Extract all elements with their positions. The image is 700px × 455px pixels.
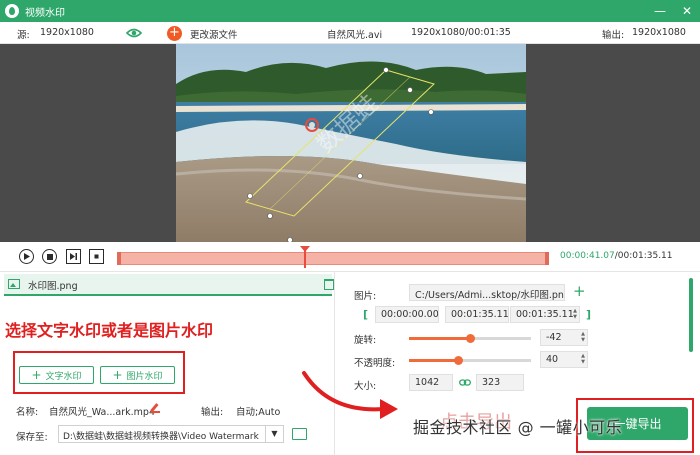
output-label: 输出: xyxy=(602,30,625,41)
video-preview: 数据蛙 xyxy=(0,44,700,242)
set-end-icon[interactable]: ] xyxy=(586,308,591,321)
source-file-info: 1920x1080/00:01:35 xyxy=(411,27,511,38)
image-path-field[interactable]: C:/Users/Admi...sktop/水印图.png xyxy=(409,284,565,301)
stepper-icon[interactable]: ▲ ▼ xyxy=(573,308,577,320)
timeline-end-handle[interactable] xyxy=(545,252,549,265)
image-label: 图片: xyxy=(354,291,377,302)
output-format-label: 输出: xyxy=(201,407,224,418)
source-resolution: 1920x1080 xyxy=(40,27,94,38)
opacity-input[interactable]: 40 ▲ ▼ xyxy=(540,351,588,368)
plus-icon: + xyxy=(31,368,42,382)
credit-watermark: 掘金技术社区 @ 一罐小可乐 xyxy=(413,418,623,437)
folder-icon[interactable] xyxy=(292,428,307,440)
close-icon[interactable]: ✕ xyxy=(674,0,700,22)
name-label: 名称: xyxy=(16,407,39,418)
output-resolution: 1920x1080 xyxy=(632,27,686,38)
app-logo-icon xyxy=(5,4,19,18)
scrollbar[interactable] xyxy=(689,278,693,352)
opacity-slider[interactable] xyxy=(409,356,531,365)
plus-icon: + xyxy=(112,368,123,382)
save-to-label: 保存至: xyxy=(16,432,48,443)
output-name-value: 自然风光_Wa...ark.mp4 xyxy=(49,407,155,418)
rotate-label: 旋转: xyxy=(354,335,377,346)
title-bar: 视频水印 — ✕ xyxy=(0,0,700,22)
edit-pencil-icon[interactable] xyxy=(151,404,160,413)
current-time: 00:00:41.07 xyxy=(560,251,615,261)
add-text-watermark-button[interactable]: + 文字水印 xyxy=(19,366,94,384)
source-filename: 自然风光.avi xyxy=(327,30,383,41)
height-input[interactable]: 323 xyxy=(476,374,524,391)
set-start-icon[interactable]: [ xyxy=(363,308,368,321)
timeline-start-handle[interactable] xyxy=(117,252,121,265)
fullscreen-icon[interactable] xyxy=(89,249,104,264)
annotation-arrow xyxy=(302,371,398,419)
add-image-watermark-button[interactable]: + 图片水印 xyxy=(100,366,175,384)
end-time-field[interactable]: 00:01:35.11 ▲ ▼ xyxy=(510,306,580,323)
stepper-icon[interactable]: ▲ ▼ xyxy=(581,353,585,365)
save-path-select[interactable]: D:\数据蛙\数据蛙视频转换器\Video Watermark ▼ xyxy=(58,425,284,443)
timeline-track[interactable] xyxy=(117,252,549,265)
link-icon[interactable] xyxy=(459,379,471,387)
chevron-down-icon[interactable]: ▼ xyxy=(265,426,283,442)
watermark-list-item[interactable]: 水印图.png xyxy=(4,274,334,296)
timecode: 00:00:41.07/00:01:35.11 xyxy=(560,251,673,261)
playhead[interactable] xyxy=(300,246,310,268)
duration-time-field[interactable]: 00:01:35.11 xyxy=(445,306,509,323)
opacity-slider-fill xyxy=(409,359,458,362)
window-title: 视频水印 xyxy=(25,7,65,19)
width-input[interactable]: 1042 xyxy=(409,374,453,391)
watermark-item-name: 水印图.png xyxy=(28,281,78,292)
opacity-slider-knob[interactable] xyxy=(454,356,463,365)
next-frame-icon[interactable] xyxy=(66,249,81,264)
playback-bar: 00:00:41.07/00:01:35.11 xyxy=(0,242,700,272)
trash-icon[interactable] xyxy=(324,279,334,290)
output-format-value[interactable]: 自动;Auto xyxy=(236,404,280,418)
rotate-slider-fill xyxy=(409,337,470,340)
info-bar: 源: 1920x1080 + 更改源文件 自然风光.avi 1920x1080/… xyxy=(0,22,700,44)
image-icon xyxy=(8,279,20,289)
change-source-button[interactable]: 更改源文件 xyxy=(190,27,238,41)
start-time-field[interactable]: 00:00:00.00 xyxy=(375,306,439,323)
save-path-value: D:\数据蛙\数据蛙视频转换器\Video Watermark xyxy=(63,432,259,442)
annotation-instruction: 选择文字水印或者是图片水印 xyxy=(5,321,214,340)
play-icon[interactable] xyxy=(19,249,34,264)
rotate-input[interactable]: -42 ▲ ▼ xyxy=(540,329,588,346)
rotate-slider-knob[interactable] xyxy=(466,334,475,343)
total-time: /00:01:35.11 xyxy=(614,251,673,261)
source-label: 源: xyxy=(17,30,30,41)
rotate-slider[interactable] xyxy=(409,334,531,343)
eye-icon[interactable] xyxy=(126,26,142,40)
stepper-icon[interactable]: ▲ ▼ xyxy=(581,331,585,343)
video-frame[interactable]: 数据蛙 xyxy=(176,44,526,242)
stop-icon[interactable] xyxy=(42,249,57,264)
add-image-icon[interactable]: + xyxy=(573,284,586,299)
add-source-icon[interactable]: + xyxy=(167,26,182,41)
minimize-icon[interactable]: — xyxy=(647,0,673,22)
